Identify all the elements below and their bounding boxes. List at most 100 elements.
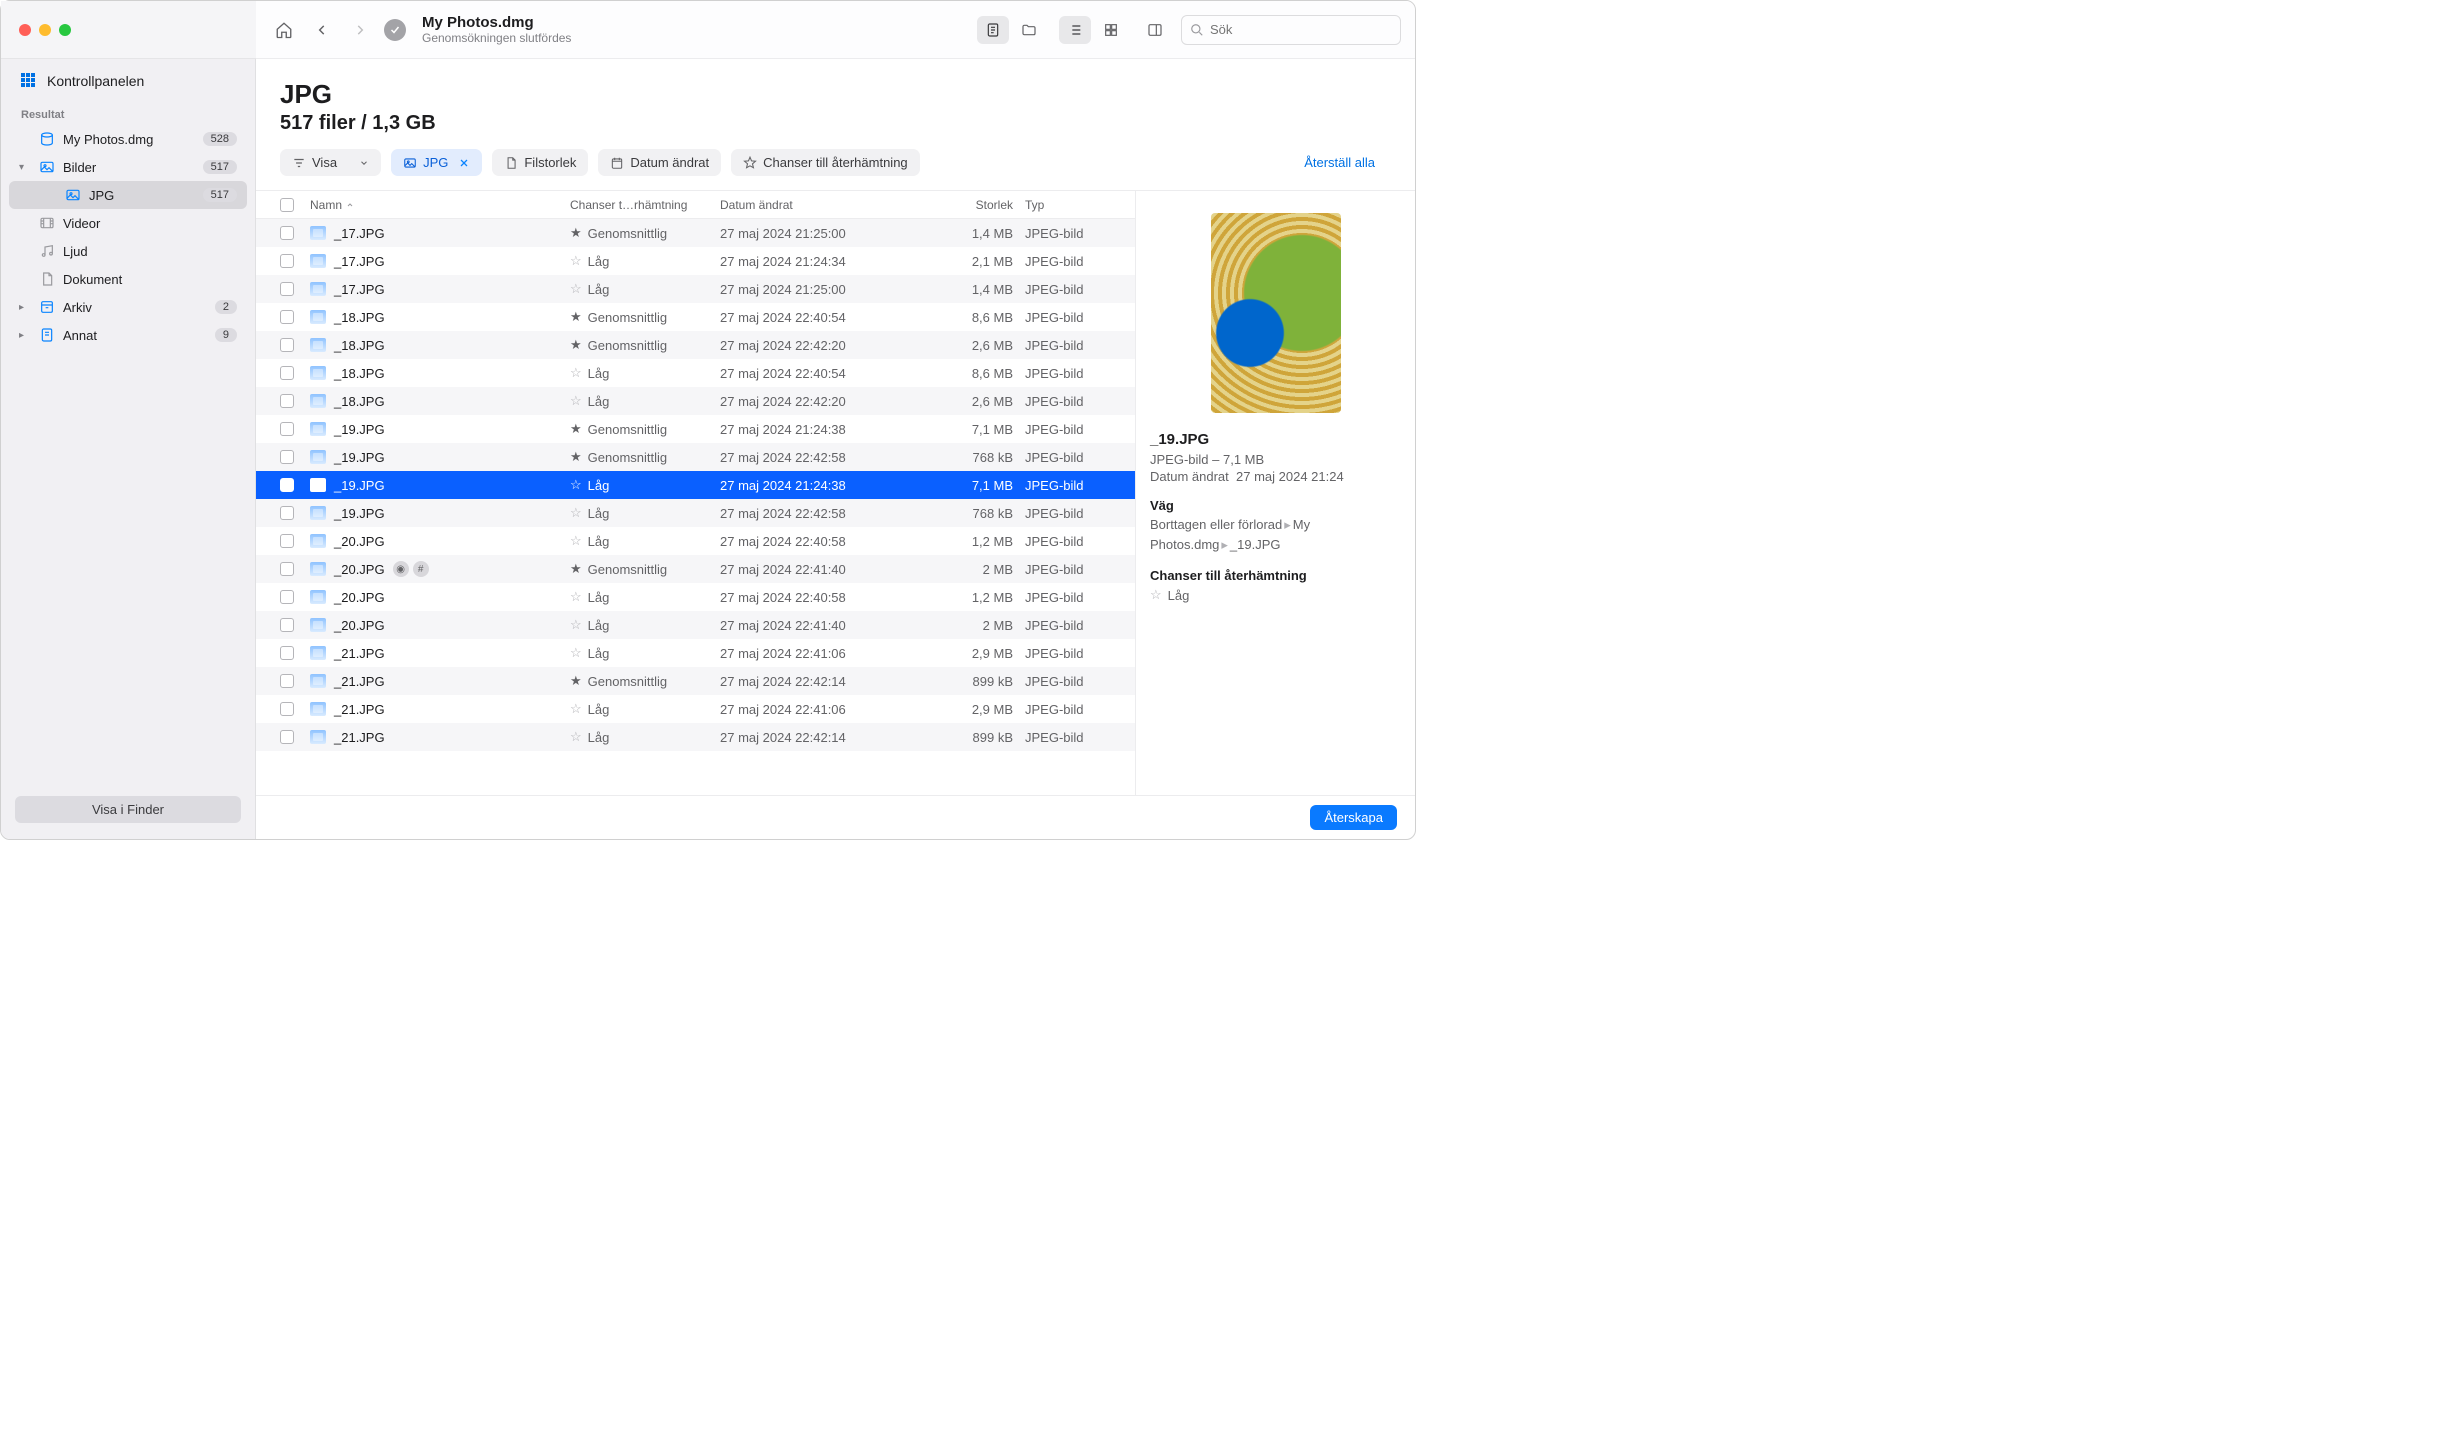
view-grid-button[interactable] <box>1095 16 1127 44</box>
forward-button[interactable] <box>346 16 374 44</box>
row-checkbox[interactable] <box>280 394 294 408</box>
row-checkbox[interactable] <box>280 282 294 296</box>
row-checkbox[interactable] <box>280 254 294 268</box>
eye-icon[interactable]: ◉ <box>393 561 409 577</box>
filesize-filter-button[interactable]: Filstorlek <box>492 149 588 176</box>
row-checkbox[interactable] <box>280 310 294 324</box>
table-row[interactable]: _21.JPG ☆Låg 27 maj 2024 22:42:14 899 kB… <box>256 723 1135 751</box>
sidebar-item-dokument[interactable]: Dokument <box>9 265 247 293</box>
table-row[interactable]: _18.JPG ☆Låg 27 maj 2024 22:42:20 2,6 MB… <box>256 387 1135 415</box>
size-value: 1,4 MB <box>940 282 1025 297</box>
back-button[interactable] <box>308 16 336 44</box>
show-in-finder-button[interactable]: Visa i Finder <box>15 796 241 823</box>
date-value: 27 maj 2024 22:40:54 <box>720 310 940 325</box>
chevron-icon: ▸ <box>19 330 31 341</box>
view-folder-button[interactable] <box>1013 16 1045 44</box>
size-value: 1,4 MB <box>940 226 1025 241</box>
row-checkbox[interactable] <box>280 646 294 660</box>
file-name: _21.JPG <box>334 646 385 661</box>
date-value: 27 maj 2024 22:41:40 <box>720 562 940 577</box>
close-window-icon[interactable] <box>19 24 31 36</box>
row-checkbox[interactable] <box>280 562 294 576</box>
size-value: 899 kB <box>940 674 1025 689</box>
type-value: JPEG-bild <box>1025 478 1115 493</box>
reset-filters-link[interactable]: Återställ alla <box>1304 155 1375 170</box>
table-row[interactable]: _17.JPG ★Genomsnittlig 27 maj 2024 21:25… <box>256 219 1135 247</box>
control-panel-button[interactable]: Kontrollpanelen <box>13 67 243 95</box>
chance-value: Låg <box>588 534 610 549</box>
row-checkbox[interactable] <box>280 478 294 492</box>
chance-filter-button[interactable]: Chanser till återhämtning <box>731 149 920 176</box>
sidebar-item-bilder[interactable]: ▾ Bilder 517 <box>9 153 247 181</box>
jpg-filter-chip[interactable]: JPG <box>391 149 482 176</box>
file-name: _19.JPG <box>334 450 385 465</box>
table-row[interactable]: _21.JPG ★Genomsnittlig 27 maj 2024 22:42… <box>256 667 1135 695</box>
sidebar-item-ljud[interactable]: Ljud <box>9 237 247 265</box>
table-row[interactable]: _18.JPG ★Genomsnittlig 27 maj 2024 22:40… <box>256 303 1135 331</box>
row-checkbox[interactable] <box>280 702 294 716</box>
row-checkbox[interactable] <box>280 366 294 380</box>
row-checkbox[interactable] <box>280 506 294 520</box>
table-row[interactable]: _18.JPG ★Genomsnittlig 27 maj 2024 22:42… <box>256 331 1135 359</box>
sidebar-item-annat[interactable]: ▸ Annat 9 <box>9 321 247 349</box>
count-badge: 2 <box>215 300 237 314</box>
column-type[interactable]: Typ <box>1025 198 1115 212</box>
zoom-window-icon[interactable] <box>59 24 71 36</box>
sidebar-item-videor[interactable]: Videor <box>9 209 247 237</box>
file-name: _20.JPG <box>334 562 385 577</box>
row-checkbox[interactable] <box>280 534 294 548</box>
file-icon <box>310 618 326 632</box>
toggle-preview-button[interactable] <box>1139 16 1171 44</box>
minimize-window-icon[interactable] <box>39 24 51 36</box>
table-row[interactable]: _20.JPG ☆Låg 27 maj 2024 22:41:40 2 MB J… <box>256 611 1135 639</box>
date-filter-button[interactable]: Datum ändrat <box>598 149 721 176</box>
table-row[interactable]: _19.JPG ★Genomsnittlig 27 maj 2024 22:42… <box>256 443 1135 471</box>
select-all-checkbox[interactable] <box>280 198 294 212</box>
sidebar-item-arkiv[interactable]: ▸ Arkiv 2 <box>9 293 247 321</box>
table-row[interactable]: _20.JPG ☆Låg 27 maj 2024 22:40:58 1,2 MB… <box>256 583 1135 611</box>
table-row[interactable]: _19.JPG ☆Låg 27 maj 2024 21:24:38 7,1 MB… <box>256 471 1135 499</box>
sidebar-item-my-photos.dmg[interactable]: My Photos.dmg 528 <box>9 125 247 153</box>
table-row[interactable]: _20.JPG ☆Låg 27 maj 2024 22:40:58 1,2 MB… <box>256 527 1135 555</box>
table-row[interactable]: _21.JPG ☆Låg 27 maj 2024 22:41:06 2,9 MB… <box>256 639 1135 667</box>
view-document-button[interactable] <box>977 16 1009 44</box>
recover-button[interactable]: Återskapa <box>1310 805 1397 830</box>
column-size[interactable]: Storlek <box>940 198 1025 212</box>
row-checkbox[interactable] <box>280 674 294 688</box>
row-checkbox[interactable] <box>280 450 294 464</box>
view-list-button[interactable] <box>1059 16 1091 44</box>
home-button[interactable] <box>270 16 298 44</box>
table-row[interactable]: _19.JPG ☆Låg 27 maj 2024 22:42:58 768 kB… <box>256 499 1135 527</box>
table-row[interactable]: _19.JPG ★Genomsnittlig 27 maj 2024 21:24… <box>256 415 1135 443</box>
row-checkbox[interactable] <box>280 590 294 604</box>
date-filter-label: Datum ändrat <box>630 155 709 170</box>
file-icon <box>310 254 326 268</box>
size-value: 7,1 MB <box>940 422 1025 437</box>
row-checkbox[interactable] <box>280 226 294 240</box>
hash-icon[interactable]: # <box>413 561 429 577</box>
search-box[interactable] <box>1181 15 1401 45</box>
column-name[interactable]: Namn <box>310 198 570 212</box>
column-chance[interactable]: Chanser t…rhämtning <box>570 198 720 212</box>
show-filter-button[interactable]: Visa <box>280 149 381 176</box>
row-checkbox[interactable] <box>280 422 294 436</box>
search-input[interactable] <box>1210 22 1392 37</box>
table-row[interactable]: _17.JPG ☆Låg 27 maj 2024 21:24:34 2,1 MB… <box>256 247 1135 275</box>
type-value: JPEG-bild <box>1025 562 1115 577</box>
sidebar-item-jpg[interactable]: JPG 517 <box>9 181 247 209</box>
chance-value: Låg <box>588 366 610 381</box>
table-row[interactable]: _20.JPG◉# ★Genomsnittlig 27 maj 2024 22:… <box>256 555 1135 583</box>
table-row[interactable]: _21.JPG ☆Låg 27 maj 2024 22:41:06 2,9 MB… <box>256 695 1135 723</box>
row-checkbox[interactable] <box>280 338 294 352</box>
table-row[interactable]: _18.JPG ☆Låg 27 maj 2024 22:40:54 8,6 MB… <box>256 359 1135 387</box>
table-row[interactable]: _17.JPG ☆Låg 27 maj 2024 21:25:00 1,4 MB… <box>256 275 1135 303</box>
chance-value: Låg <box>588 730 610 745</box>
type-value: JPEG-bild <box>1025 226 1115 241</box>
row-checkbox[interactable] <box>280 618 294 632</box>
file-icon <box>310 338 326 352</box>
size-value: 2,9 MB <box>940 702 1025 717</box>
column-date[interactable]: Datum ändrat <box>720 198 940 212</box>
row-checkbox[interactable] <box>280 730 294 744</box>
size-value: 768 kB <box>940 450 1025 465</box>
close-icon[interactable] <box>458 157 470 169</box>
